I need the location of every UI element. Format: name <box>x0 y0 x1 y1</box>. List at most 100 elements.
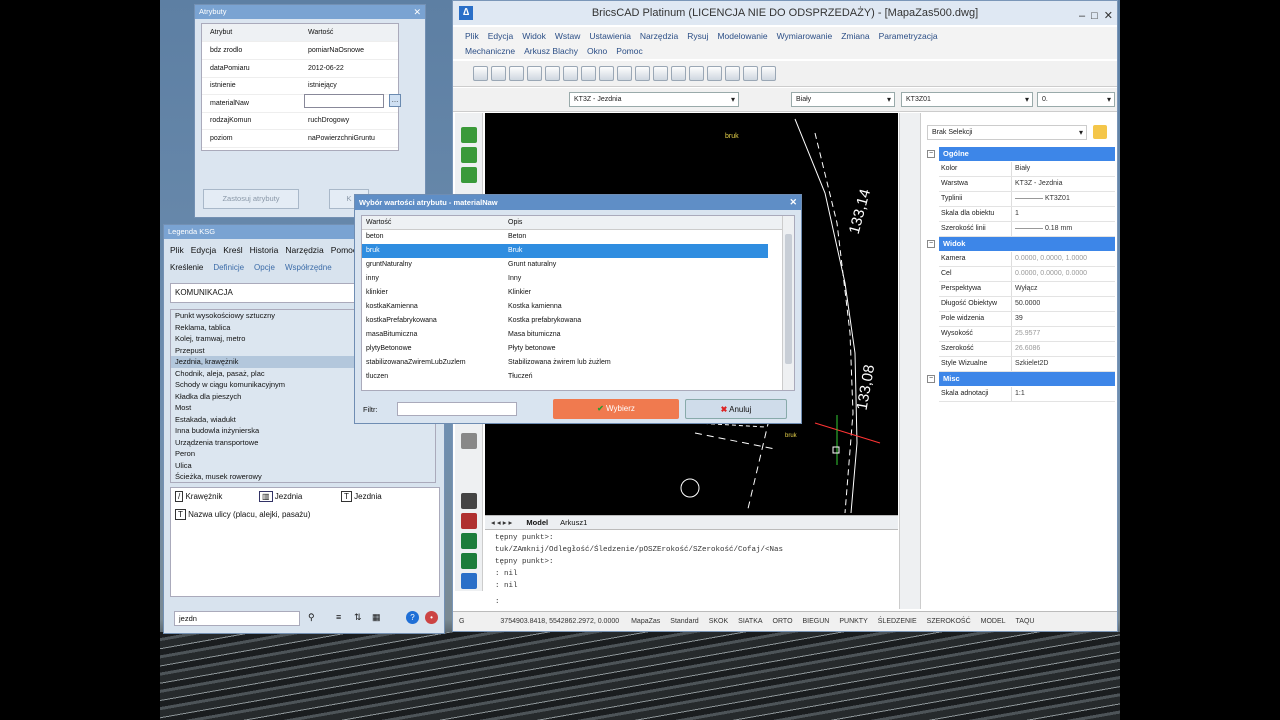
line-tool-icon[interactable] <box>461 127 477 143</box>
property-row[interactable]: Długość Obiektyw 50.0000 <box>939 297 1115 312</box>
select-button[interactable]: ✔ Wybierz <box>553 399 679 419</box>
property-row[interactable]: Skala dla obiektu 1 <box>939 207 1115 222</box>
menu-item[interactable]: Zmiana <box>841 31 869 41</box>
binoculars-icon[interactable]: ⚲ <box>308 612 315 623</box>
value-row[interactable]: kostkaKamienna Kostka kamienna <box>362 300 794 314</box>
menu-item[interactable]: Ustawienia <box>589 31 631 41</box>
property-value[interactable]: 1:1 <box>1011 387 1115 401</box>
property-value[interactable]: 39 <box>1011 312 1115 326</box>
status-toggle[interactable]: PUNKTY <box>839 618 867 625</box>
collapse-icon[interactable]: − <box>927 240 935 248</box>
property-row[interactable]: Cel 0.0000, 0.0000, 0.0000 <box>939 267 1115 282</box>
filter-input[interactable] <box>397 402 517 416</box>
scrollbar-thumb[interactable] <box>785 234 792 364</box>
status-toggle[interactable]: ŚLEDZENIE <box>878 618 917 625</box>
property-row[interactable]: Kamera 0.0000, 0.0000, 1.0000 <box>939 252 1115 267</box>
menu-item[interactable]: Plik <box>465 31 479 41</box>
property-row[interactable]: Style Wizualne Szkielet2D <box>939 357 1115 372</box>
command-prompt[interactable]: : <box>495 596 888 608</box>
section-misc[interactable]: Misc <box>939 372 1115 386</box>
apply-attributes-button[interactable]: Zastosuj atrybuty <box>203 189 299 209</box>
value-row[interactable]: beton Beton <box>362 230 794 244</box>
attribute-row[interactable]: rodzajKomun ruchDrogowy <box>202 112 398 130</box>
value-row[interactable]: kostkaPrefabrykowana Kostka prefabrykowan… <box>362 314 794 328</box>
cancel-button[interactable]: ✖ Anuluj <box>685 399 787 419</box>
save-icon[interactable] <box>509 66 524 81</box>
sort-icon[interactable]: ⇅ <box>354 612 362 623</box>
tool-jezdnia-text[interactable]: T Jezdnia <box>341 491 382 502</box>
legend-menu-item[interactable]: Historia <box>250 245 279 255</box>
list-item[interactable]: Ścieżka, musek rowerowy <box>171 471 435 482</box>
layer-combo[interactable]: KT3Z - Jezdnia <box>569 92 739 107</box>
property-value[interactable]: 0.0000, 0.0000, 0.0000 <box>1011 267 1115 281</box>
property-value[interactable]: 50.0000 <box>1011 297 1115 311</box>
menu-item[interactable]: Modelowanie <box>717 31 767 41</box>
menu-item[interactable]: Mechaniczne <box>465 46 515 56</box>
property-value[interactable]: Wyłącz <box>1011 282 1115 296</box>
property-row[interactable]: Skala adnotacji 1:1 <box>939 387 1115 402</box>
menu-item[interactable]: Parametryzacja <box>879 31 938 41</box>
selection-combo[interactable]: Brak Selekcji <box>927 125 1087 140</box>
status-toggle[interactable]: Standard <box>670 618 698 625</box>
quick-select-icon[interactable] <box>1093 125 1107 139</box>
cut-icon[interactable] <box>581 66 596 81</box>
legend-tab[interactable]: Opcje <box>254 263 275 272</box>
new-icon[interactable] <box>473 66 488 81</box>
section-widok[interactable]: Widok <box>939 237 1115 251</box>
print-icon[interactable] <box>527 66 542 81</box>
region-tool-icon[interactable] <box>461 513 477 529</box>
attribute-value[interactable]: naPowierzchniGruntu <box>308 130 375 148</box>
tab-model[interactable]: Model <box>526 518 548 527</box>
properties-icon[interactable] <box>725 66 740 81</box>
attribute-row[interactable]: poziom naPowierzchniGruntu <box>202 130 398 148</box>
property-value[interactable]: ———— KT3Z01 <box>1011 192 1115 206</box>
property-value[interactable]: 25.9577 <box>1011 327 1115 341</box>
copy-icon[interactable] <box>599 66 614 81</box>
value-row[interactable]: plytyBetonowe Płyty betonowe <box>362 342 794 356</box>
menu-item[interactable]: Rysuj <box>687 31 708 41</box>
help-icon[interactable] <box>761 66 776 81</box>
legend-menu-item[interactable]: Edycja <box>191 245 217 255</box>
attribute-value[interactable]: ruchDrogowy <box>308 112 349 130</box>
menu-item[interactable]: Wstaw <box>555 31 581 41</box>
undo-icon[interactable] <box>671 66 686 81</box>
property-row[interactable]: Warstwa KT3Z - Jezdnia <box>939 177 1115 192</box>
status-toggle[interactable]: SIATKA <box>738 618 762 625</box>
pan-icon[interactable] <box>653 66 668 81</box>
material-value-combo[interactable] <box>304 94 384 108</box>
command-line[interactable]: tępny punkt>: tuk/ZAmknij/Odległość/Śled… <box>485 529 898 611</box>
browse-values-button[interactable]: … <box>389 94 401 107</box>
open-icon[interactable] <box>491 66 506 81</box>
search-input[interactable]: jezdn <box>174 611 300 626</box>
attribute-row[interactable]: istnienie istniejący <box>202 77 398 95</box>
property-value[interactable]: 26.6086 <box>1011 342 1115 356</box>
collapse-icon[interactable]: − <box>927 375 935 383</box>
arc-tool-icon[interactable] <box>461 147 477 163</box>
property-row[interactable]: Pole widzenia 39 <box>939 312 1115 327</box>
property-row[interactable]: Szerokość 26.6086 <box>939 342 1115 357</box>
status-toggle[interactable]: MapaZas <box>631 618 660 625</box>
publish-icon[interactable] <box>563 66 578 81</box>
property-value[interactable]: KT3Z - Jezdnia <box>1011 177 1115 191</box>
legend-menu-item[interactable]: Kreśl <box>223 245 242 255</box>
nav-arrows-icon[interactable]: ◂ ◂ ▸ ▸ <box>491 518 512 527</box>
legend-tab[interactable]: Współrzędne <box>285 263 332 272</box>
tool-kraweznik[interactable]: / Krawężnik <box>175 491 222 502</box>
list-item[interactable]: Urządzenia transportowe <box>171 437 435 449</box>
close-icon[interactable]: ✕ <box>789 195 797 210</box>
layer-icon[interactable] <box>743 66 758 81</box>
status-toggle[interactable]: SZEROKOŚĆ <box>927 618 971 625</box>
property-value[interactable]: Szkielet2D <box>1011 357 1115 371</box>
redo-icon[interactable] <box>689 66 704 81</box>
value-row[interactable]: tluczen Tłuczeń <box>362 370 794 384</box>
image-tool-icon[interactable] <box>461 573 477 589</box>
list-item[interactable]: Peron <box>171 448 435 460</box>
property-value[interactable]: 0.0000, 0.0000, 1.0000 <box>1011 252 1115 266</box>
scrollbar[interactable] <box>782 216 794 390</box>
tool-jezdnia-area[interactable]: ▥ Jezdnia <box>259 491 302 502</box>
zoom-icon[interactable] <box>707 66 722 81</box>
menu-item[interactable]: Wymiarowanie <box>777 31 833 41</box>
menu-item[interactable]: Okno <box>587 46 607 56</box>
linetype-combo[interactable]: KT3Z01 <box>901 92 1033 107</box>
property-row[interactable]: Kolor Biały <box>939 162 1115 177</box>
